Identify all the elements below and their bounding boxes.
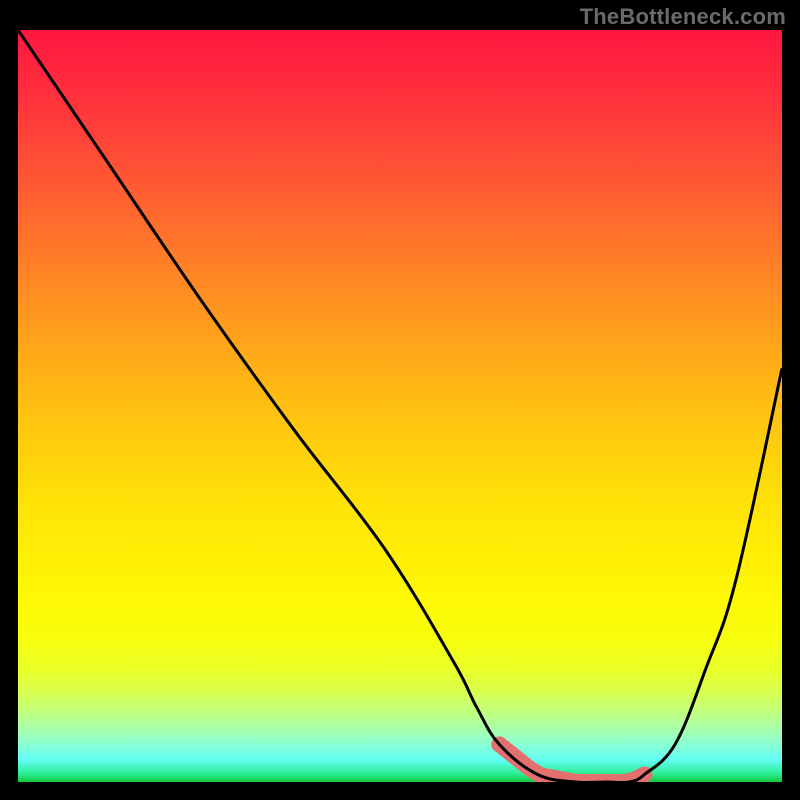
chart-svg-layer — [18, 30, 782, 782]
chart-plot-area — [18, 30, 782, 782]
watermark-text: TheBottleneck.com — [580, 4, 786, 30]
chart-bottleneck-curve — [18, 30, 782, 782]
